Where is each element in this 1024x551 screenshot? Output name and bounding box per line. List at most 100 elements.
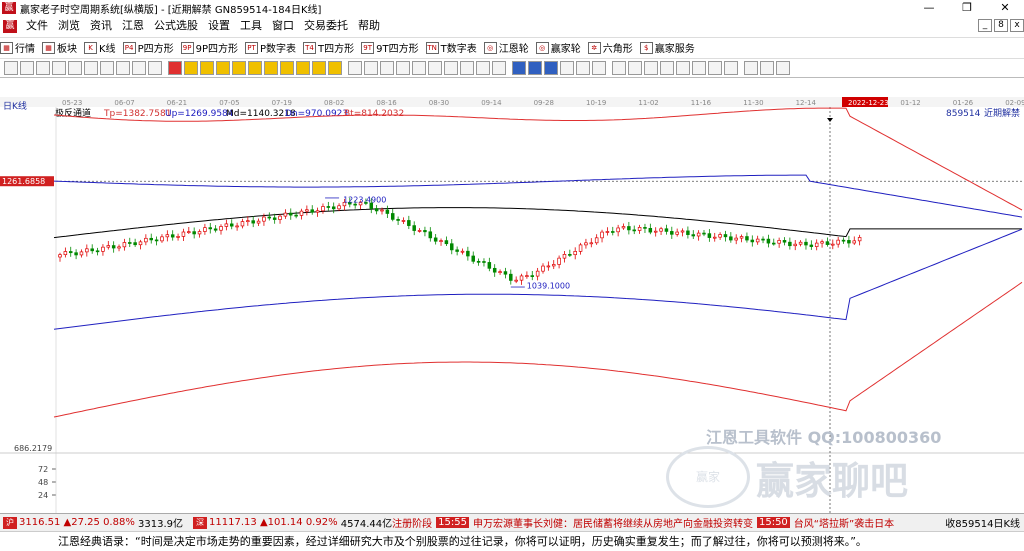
menu-browse[interactable]: 浏览 — [53, 17, 85, 35]
menu-help[interactable]: 帮助 — [353, 17, 385, 35]
toolbar-button-12[interactable]: $ 赢家服务 — [639, 40, 695, 55]
chart-canvas[interactable]: 05-23 06-07 06-21 07-05 07-19 08-02 08-16 08-30… — [0, 79, 1024, 513]
restore-button[interactable]: ❐ — [948, 0, 986, 16]
menu-window[interactable]: 窗口 — [267, 17, 299, 35]
draw-tool-button-6[interactable] — [100, 61, 114, 75]
candle-body — [326, 206, 331, 208]
draw-tool-button-44[interactable] — [660, 61, 674, 75]
draw-tool-button-4[interactable] — [68, 61, 82, 75]
draw-tool-button-14[interactable] — [216, 61, 230, 75]
toolbar-button-7[interactable]: 9T 9T四方形 — [361, 40, 419, 55]
draw-tool-button-39[interactable] — [592, 61, 606, 75]
draw-tool-button-45[interactable] — [676, 61, 690, 75]
toolbar-button-11[interactable]: ✲ 六角形 — [587, 40, 633, 55]
toolbar-button-10[interactable]: ◎ 赢家轮 — [535, 40, 581, 55]
date-tick-label: 07-05 — [219, 99, 239, 107]
toolbar-icon: 9P — [180, 41, 194, 54]
draw-tool-button-23[interactable] — [348, 61, 362, 75]
toolbar-button-1[interactable]: ▦ 板块 — [42, 40, 77, 55]
draw-tool-button-13[interactable] — [200, 61, 214, 75]
draw-tool-button-16[interactable] — [248, 61, 262, 75]
draw-tool-button-0[interactable] — [4, 61, 18, 75]
draw-tool-button-31[interactable] — [476, 61, 490, 75]
menu-tools[interactable]: 工具 — [235, 17, 267, 35]
draw-tool-button-1[interactable] — [20, 61, 34, 75]
draw-tool-button-26[interactable] — [396, 61, 410, 75]
draw-tool-button-19[interactable] — [296, 61, 310, 75]
draw-tool-button-36[interactable] — [544, 61, 558, 75]
toolbar-button-4[interactable]: 9P 9P四方形 — [180, 40, 238, 55]
draw-tool-button-5[interactable] — [84, 61, 98, 75]
draw-tool-button-24[interactable] — [364, 61, 378, 75]
draw-tool-button-25[interactable] — [380, 61, 394, 75]
draw-tool-button-30[interactable] — [460, 61, 474, 75]
draw-tool-button-11[interactable] — [168, 61, 182, 75]
draw-tool-button-20[interactable] — [312, 61, 326, 75]
draw-tool-button-28[interactable] — [428, 61, 442, 75]
draw-tool-button-35[interactable] — [528, 61, 542, 75]
news-ticker-1[interactable]: 注册阶段 — [392, 515, 432, 530]
candle-body — [476, 260, 481, 263]
candle-body — [729, 236, 733, 241]
candle-body — [825, 241, 830, 245]
menu-formula[interactable]: 公式选股 — [149, 17, 203, 35]
menu-trade[interactable]: 交易委托 — [299, 17, 353, 35]
candle-body — [509, 273, 513, 281]
candle-body — [648, 228, 653, 233]
draw-tool-button-27[interactable] — [412, 61, 426, 75]
candle-body — [154, 239, 159, 242]
mdi-restore-button[interactable]: 8 — [994, 19, 1008, 32]
draw-tool-button-52[interactable] — [776, 61, 790, 75]
close-button[interactable]: ✕ — [986, 0, 1024, 16]
draw-tool-button-34[interactable] — [512, 61, 526, 75]
toolbar-label: 赢家轮 — [550, 44, 581, 55]
menu-settings[interactable]: 设置 — [203, 17, 235, 35]
draw-tool-button-17[interactable] — [264, 61, 278, 75]
draw-tool-button-12[interactable] — [184, 61, 198, 75]
draw-tool-button-2[interactable] — [36, 61, 50, 75]
date-tick-label: 01-26 — [953, 99, 974, 107]
menu-info[interactable]: 资讯 — [85, 17, 117, 35]
draw-tool-button-7[interactable] — [116, 61, 130, 75]
toolbar-button-5[interactable]: PT P数字表 — [245, 40, 296, 55]
candle-body — [734, 237, 738, 241]
draw-tool-button-47[interactable] — [708, 61, 722, 75]
news-ticker-3[interactable]: 台风“塔拉斯”袭击日本 — [794, 515, 894, 530]
draw-tool-button-18[interactable] — [280, 61, 294, 75]
draw-tool-button-32[interactable] — [492, 61, 506, 75]
draw-tool-button-15[interactable] — [232, 61, 246, 75]
toolbar-button-2[interactable]: K K线 — [84, 40, 116, 55]
sh-index-price[interactable]: 3116.51 — [19, 517, 60, 528]
date-tick-label: 06-07 — [114, 99, 134, 107]
draw-tool-button-51[interactable] — [760, 61, 774, 75]
mdi-minimize-button[interactable]: _ — [978, 19, 992, 32]
sz-index-price[interactable]: 11117.13 — [209, 517, 257, 528]
window-controls: — ❐ ✕ — [910, 0, 1024, 16]
draw-tool-button-29[interactable] — [444, 61, 458, 75]
mdi-close-button[interactable]: x — [1010, 19, 1024, 32]
toolbar-button-8[interactable]: TN T数字表 — [425, 40, 477, 55]
draw-tool-button-3[interactable] — [52, 61, 66, 75]
draw-tool-button-46[interactable] — [692, 61, 706, 75]
sh-index-pct: 0.88% — [103, 517, 135, 528]
draw-tool-button-38[interactable] — [576, 61, 590, 75]
candle-body — [117, 246, 121, 249]
toolbar-button-3[interactable]: P4 P四方形 — [122, 40, 174, 55]
kline-chart[interactable]: 05-23 06-07 06-21 07-05 07-19 08-02 08-16 08-30… — [0, 79, 1024, 513]
news-ticker-2[interactable]: 申万宏源董事长刘健：居民储蓄将继续从房地产向金融投资转变 — [473, 515, 753, 530]
menu-gann[interactable]: 江恩 — [117, 17, 149, 35]
toolbar-button-0[interactable]: ▦ 行情 — [0, 40, 35, 55]
toolbar-button-6[interactable]: T4 T四方形 — [303, 40, 354, 55]
draw-tool-button-48[interactable] — [724, 61, 738, 75]
menu-file[interactable]: 文件 — [21, 17, 53, 35]
toolbar-button-9[interactable]: ◎ 江恩轮 — [483, 40, 529, 55]
draw-tool-button-50[interactable] — [744, 61, 758, 75]
draw-tool-button-41[interactable] — [612, 61, 626, 75]
draw-tool-button-43[interactable] — [644, 61, 658, 75]
draw-tool-button-37[interactable] — [560, 61, 574, 75]
draw-tool-button-9[interactable] — [148, 61, 162, 75]
minimize-button[interactable]: — — [910, 0, 948, 16]
draw-tool-button-8[interactable] — [132, 61, 146, 75]
draw-tool-button-42[interactable] — [628, 61, 642, 75]
draw-tool-button-21[interactable] — [328, 61, 342, 75]
